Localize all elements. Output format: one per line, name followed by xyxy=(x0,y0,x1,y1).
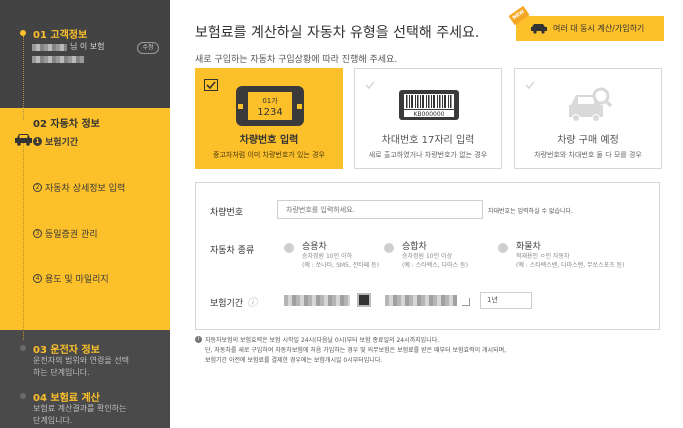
option-desc: 새로 출고하였거나 차량번호가 없는 경우 xyxy=(368,151,488,159)
check-icon xyxy=(525,81,535,90)
note-line-1: 자동차보험의 보험효력은 보험 시작일 24시(다음날 0시)부터 보험 종료일… xyxy=(205,337,440,344)
plate-top-text: 01가 xyxy=(262,96,278,105)
van-label: 승합차 xyxy=(402,242,427,252)
sidebar-item-car-details[interactable]: 2 자동차 상세정보 입력 xyxy=(33,181,125,194)
customer-name-suffix: 님 이 보험 xyxy=(70,42,105,51)
period-years-field[interactable]: 1년 xyxy=(480,292,532,309)
passenger-car-sub2: (예 : 쏘나타, SM5, 전타페 등) xyxy=(302,262,380,269)
step4-dot xyxy=(20,393,26,399)
option-purchase-planned[interactable]: 차량 구매 예정 차량번호와 차대번호 둘 다 모를 경우 xyxy=(514,68,662,169)
option-label: 차대번호 17자리 입력 xyxy=(381,135,475,146)
option-label: 차량번호 입력 xyxy=(239,135,299,146)
option-plate-number[interactable]: 01가 1234 차량번호 입력 중고차처럼 이미 차량번호가 있는 경우 xyxy=(195,68,343,169)
passenger-car-sub1: 승차정원 10인 이하 xyxy=(302,253,353,260)
sidebar-step4-desc: 보험료 계산결과를 확인하는 단계입니다. xyxy=(33,404,127,425)
option-desc: 중고차처럼 이미 차량번호가 있는 경우 xyxy=(213,151,325,159)
masked-customer-name xyxy=(32,44,67,51)
new-badge: NEW xyxy=(508,5,530,26)
note-line-3: 보험기간 이전에 보험료를 결제한 경우에는 보험개시일 0시부터입니다. xyxy=(205,357,383,364)
progress-line xyxy=(23,36,24,120)
date-picker-button[interactable] xyxy=(357,293,371,307)
option-vin[interactable]: KB000000 차대번호 17자리 입력 새로 출고하였거나 차량번호가 없는… xyxy=(354,68,502,169)
barcode-text: KB000000 xyxy=(414,111,445,118)
van-sub2: (예 : 스타렉스, 다마스 등) xyxy=(402,262,468,269)
page-subtitle: 새로 구입하는 자동차 구입상황에 따라 진행해 주세요. xyxy=(195,55,398,65)
vehicle-type-label: 자동차 종류 xyxy=(210,246,255,256)
date-separator xyxy=(462,298,470,306)
step1-dot xyxy=(20,30,26,36)
insurance-period-label: 보험기간 xyxy=(210,299,244,309)
barcode-icon: KB000000 xyxy=(399,90,459,120)
sidebar-step4-title: 04 보험료 계산 xyxy=(33,393,100,404)
option-label: 차량 구매 예정 xyxy=(557,135,619,146)
plate-number-input[interactable] xyxy=(277,200,483,219)
sidebar-step3-desc: 운전자의 범위와 연령을 선택하는 단계입니다. xyxy=(33,356,129,377)
truck-sub2: (예 : 스타렉스밴, 다마스밴, 무쏘스포츠 등) xyxy=(516,262,625,269)
sidebar-step2-title[interactable]: 02 자동차 정보 xyxy=(33,115,100,130)
multi-vehicle-button[interactable]: NEW 여러 대 동시 계산/가입하기 xyxy=(508,5,664,41)
edit-customer-button[interactable]: 수정 xyxy=(137,42,159,54)
page-title: 보험료를 계산하실 자동차 유형을 선택해 주세요. xyxy=(195,25,480,41)
sidebar-step3-title: 03 운전자 정보 xyxy=(33,345,100,356)
sidebar-step1-title[interactable]: 01 고객정보 xyxy=(33,26,87,41)
license-plate-icon: 01가 1234 xyxy=(236,86,304,126)
masked-customer-info xyxy=(32,56,84,63)
note-line-2: 단, 자동차를 새로 구입하여 자동차보험에 처음 가입하는 경우 및 의무보험… xyxy=(205,347,506,354)
masked-start-date[interactable] xyxy=(284,295,350,306)
sidebar-step1-panel xyxy=(0,0,170,108)
insurance-notes: i 자동차보험의 보험효력은 보험 시작일 24시(다음날 0시)부터 보험 종… xyxy=(195,336,506,366)
car-search-icon xyxy=(569,87,613,122)
passenger-car-label: 승용차 xyxy=(302,242,327,252)
sidebar-item-insurance-period[interactable]: 1 보험기간 xyxy=(33,135,78,148)
plate-number-text: 1234 xyxy=(257,107,282,118)
sidebar-item-usage-mileage[interactable]: 4 용도 및 마일리지 xyxy=(33,272,109,285)
sidebar-item-registration[interactable]: 3 등일증권 관리 xyxy=(33,227,98,240)
radio-truck[interactable] xyxy=(498,243,508,253)
progress-line-active xyxy=(23,140,24,340)
car-icon xyxy=(531,24,547,34)
option-desc: 차량번호와 차대번호 둘 다 모를 경우 xyxy=(534,151,642,159)
sidebar: 01 고객정보 님 이 보험 수정 02 자동차 정보 1 보험기간 2 자동차… xyxy=(0,0,170,428)
truck-sub1: 적재용인 ㅇ인 자동차 xyxy=(516,253,570,260)
check-icon xyxy=(204,79,218,91)
radio-van[interactable] xyxy=(384,243,394,253)
plate-number-label: 차량번호 xyxy=(210,208,244,218)
car-icon xyxy=(15,134,32,146)
step3-dot xyxy=(20,345,26,351)
truck-label: 화물차 xyxy=(516,242,541,252)
check-icon xyxy=(365,81,375,90)
info-icon: i xyxy=(195,336,202,343)
plate-number-note: 차대번호는 입력하실 수 없습니다. xyxy=(488,208,573,215)
radio-passenger-car[interactable] xyxy=(284,243,294,253)
masked-end-date xyxy=(385,295,457,306)
van-sub1: 승차정원 10인 이상 xyxy=(402,253,453,260)
calendar-help-icon[interactable]: ⓘ xyxy=(247,294,257,309)
